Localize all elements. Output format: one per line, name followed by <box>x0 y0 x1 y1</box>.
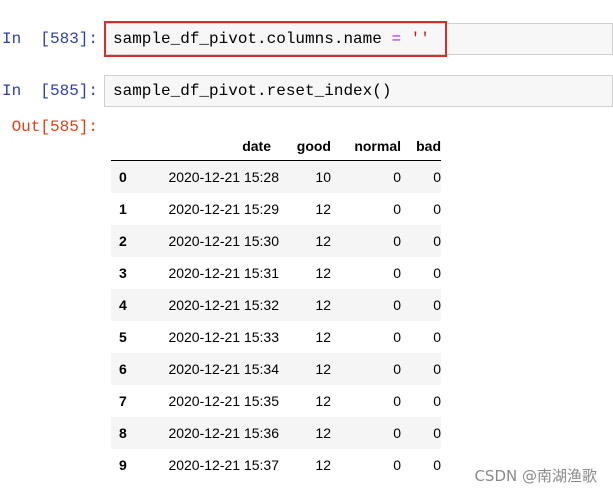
watermark-text: CSDN @南湖渔歌 <box>474 467 597 485</box>
index-header <box>111 132 143 161</box>
row-index: 8 <box>119 425 127 441</box>
table-row: 3 2020-12-21 15:31 12 0 0 <box>111 257 441 289</box>
cell-date: 2020-12-21 15:31 <box>168 265 279 281</box>
cell-date: 2020-12-21 15:33 <box>168 329 279 345</box>
cell-bad: 0 <box>433 297 441 313</box>
table-row: 4 2020-12-21 15:32 12 0 0 <box>111 289 441 321</box>
cell-good: 12 <box>315 457 331 473</box>
cell-bad: 0 <box>433 233 441 249</box>
cell-bad: 0 <box>433 265 441 281</box>
column-header-bad: bad <box>401 132 441 161</box>
code-text: sample_df_pivot.columns.name <box>113 30 392 48</box>
cell-date: 2020-12-21 15:28 <box>168 169 279 185</box>
cell-date: 2020-12-21 15:34 <box>168 361 279 377</box>
cell-normal: 0 <box>393 297 401 313</box>
cell-normal: 0 <box>393 169 401 185</box>
row-index: 1 <box>119 201 127 217</box>
cell-date: 2020-12-21 15:30 <box>168 233 279 249</box>
cell-good: 10 <box>315 169 331 185</box>
table-header-row: date good normal bad <box>111 132 441 161</box>
row-index: 4 <box>119 297 127 313</box>
table-row: 7 2020-12-21 15:35 12 0 0 <box>111 385 441 417</box>
cell-good: 12 <box>315 425 331 441</box>
table-row: 1 2020-12-21 15:29 12 0 0 <box>111 193 441 225</box>
code-operator: = <box>391 30 402 48</box>
cell-good: 12 <box>315 265 331 281</box>
cell-good: 12 <box>315 233 331 249</box>
cell-date: 2020-12-21 15:36 <box>168 425 279 441</box>
cell-bad: 0 <box>433 329 441 345</box>
cell-good: 12 <box>315 297 331 313</box>
cell-normal: 0 <box>393 361 401 377</box>
cell-date: 2020-12-21 15:35 <box>168 393 279 409</box>
row-index: 9 <box>119 457 127 473</box>
row-index: 7 <box>119 393 127 409</box>
code-text: sample_df_pivot.reset_index() <box>113 82 392 100</box>
cell-bad: 0 <box>433 169 441 185</box>
row-index: 5 <box>119 329 127 345</box>
column-header-normal: normal <box>331 132 401 161</box>
cell-normal: 0 <box>393 201 401 217</box>
cell-date: 2020-12-21 15:37 <box>168 457 279 473</box>
cell-normal: 0 <box>393 329 401 345</box>
row-index: 0 <box>119 169 127 185</box>
cell-bad: 0 <box>433 393 441 409</box>
table-row: 2 2020-12-21 15:30 12 0 0 <box>111 225 441 257</box>
row-index: 6 <box>119 361 127 377</box>
cell-bad: 0 <box>433 457 441 473</box>
cell-bad: 0 <box>433 361 441 377</box>
table-row: 5 2020-12-21 15:33 12 0 0 <box>111 321 441 353</box>
cell-normal: 0 <box>393 265 401 281</box>
cell-1-code-input[interactable]: sample_df_pivot.columns.name = '' <box>104 23 613 55</box>
table-row: 0 2020-12-21 15:28 10 0 0 <box>111 160 441 193</box>
table-row: 8 2020-12-21 15:36 12 0 0 <box>111 417 441 449</box>
cell-2-prompt: In [585]: <box>1 82 98 100</box>
cell-bad: 0 <box>433 201 441 217</box>
cell-good: 12 <box>315 393 331 409</box>
cell-2-code-input[interactable]: sample_df_pivot.reset_index() <box>104 75 613 107</box>
row-index: 3 <box>119 265 127 281</box>
cell-normal: 0 <box>393 425 401 441</box>
output-prompt: Out[585]: <box>11 118 98 136</box>
cell-good: 12 <box>315 201 331 217</box>
cell-normal: 0 <box>393 393 401 409</box>
cell-good: 12 <box>315 361 331 377</box>
code-string: '' <box>401 30 430 48</box>
dataframe-output-table: date good normal bad 0 2020-12-21 15:28 … <box>111 132 441 481</box>
table-row: 9 2020-12-21 15:37 12 0 0 <box>111 449 441 481</box>
column-header-date: date <box>143 132 279 161</box>
row-index: 2 <box>119 233 127 249</box>
column-header-good: good <box>279 132 331 161</box>
cell-normal: 0 <box>393 233 401 249</box>
table-row: 6 2020-12-21 15:34 12 0 0 <box>111 353 441 385</box>
cell-date: 2020-12-21 15:29 <box>168 201 279 217</box>
cell-good: 12 <box>315 329 331 345</box>
cell-bad: 0 <box>433 425 441 441</box>
cell-date: 2020-12-21 15:32 <box>168 297 279 313</box>
cell-1-prompt: In [583]: <box>1 30 98 48</box>
cell-normal: 0 <box>393 457 401 473</box>
